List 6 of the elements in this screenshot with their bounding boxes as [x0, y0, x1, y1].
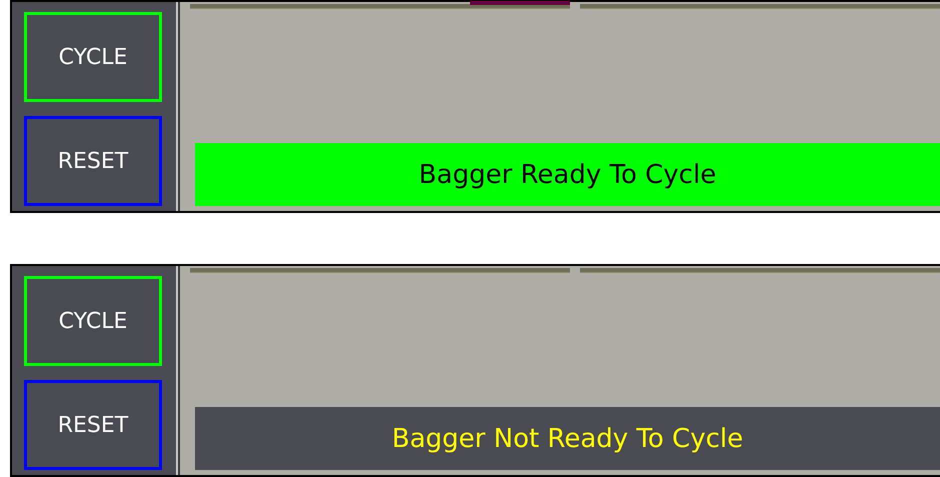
status-banner: Bagger Ready To Cycle	[195, 143, 940, 206]
status-banner: Bagger Not Ready To Cycle	[195, 407, 940, 470]
cycle-button[interactable]: CYCLE	[24, 12, 162, 102]
cycle-button[interactable]: CYCLE	[24, 276, 162, 366]
reset-button[interactable]: RESET	[24, 116, 162, 206]
reset-button[interactable]: RESET	[24, 380, 162, 470]
